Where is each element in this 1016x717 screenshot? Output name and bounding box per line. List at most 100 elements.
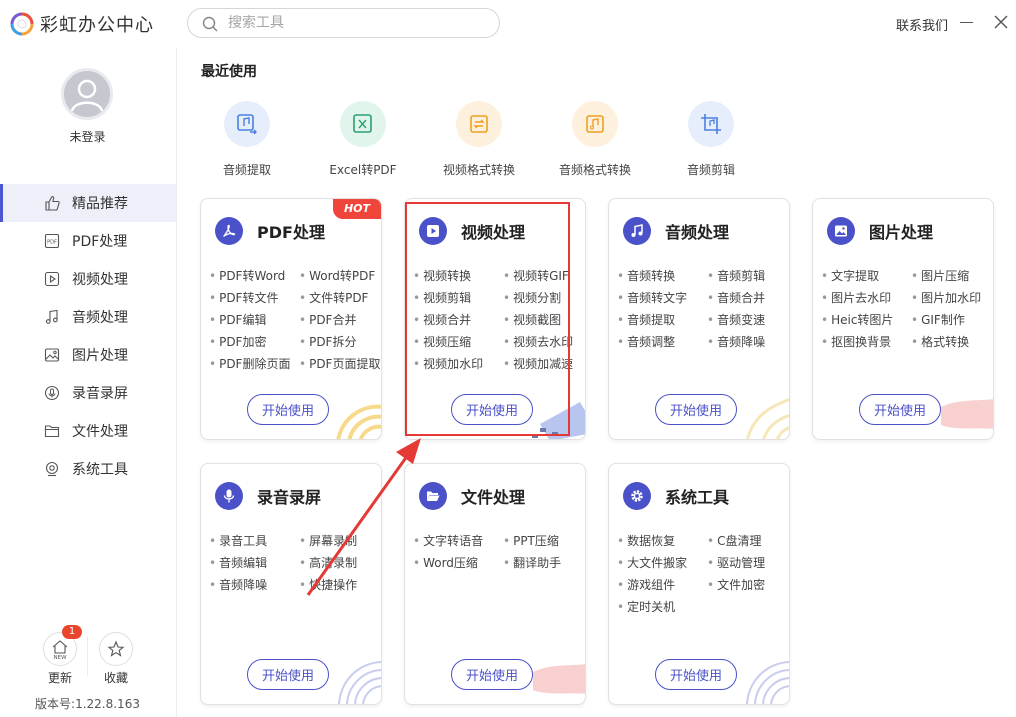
feature-item[interactable]: 音频转文字 [617,291,707,305]
sidebar-item-label: 音频处理 [72,310,128,326]
card-icon-bg [827,217,855,245]
feature-item[interactable]: 音频转换 [617,269,707,283]
feature-item[interactable]: 音频剪辑 [707,269,789,283]
feature-item[interactable]: PDF拆分 [299,335,381,349]
start-button[interactable]: 开始使用 [451,394,533,425]
favorite-button[interactable] [99,632,133,666]
feature-list: 文字转语音 PPT压缩 Word压缩 翻译助手 [413,534,585,570]
feature-item[interactable]: PDF编辑 [209,313,299,327]
feature-item[interactable]: 图片去水印 [821,291,911,305]
recent-item-video-convert[interactable]: 视频格式转换 [424,101,534,178]
feature-item[interactable]: 视频压缩 [413,335,503,349]
recent-item-label: 音频剪辑 [686,163,735,177]
sidebar-item-system[interactable]: 系统工具 [0,450,176,488]
recent-icon-bg [456,101,502,147]
feature-item[interactable]: 音频变速 [707,313,789,327]
feature-item[interactable]: 视频剪辑 [413,291,503,305]
card-icon-bg [419,217,447,245]
feature-item[interactable]: 翻译助手 [503,556,585,570]
recent-item-excel-pdf[interactable]: Excel转PDF [308,101,418,178]
contact-us-link[interactable]: 联系我们 [896,15,948,34]
start-button[interactable]: 开始使用 [247,394,329,425]
feature-item[interactable]: 音频调整 [617,335,707,349]
feature-item[interactable]: 音频提取 [617,313,707,327]
search-box[interactable] [187,8,500,38]
feature-item[interactable]: 音频降噪 [209,578,299,592]
start-button[interactable]: 开始使用 [247,659,329,690]
rainbow-logo-icon [10,12,34,36]
feature-item[interactable]: 文字提取 [821,269,911,283]
feature-item[interactable]: 图片压缩 [911,269,993,283]
login-status[interactable]: 未登录 [0,128,175,145]
card-audio[interactable]: 音频处理 音频转换 音频剪辑 音频转文字 音频合并 音频提取 音频变速 音频调整… [608,198,790,440]
sidebar-item-audio[interactable]: 音频处理 [0,298,176,336]
card-file[interactable]: 文件处理 文字转语音 PPT压缩 Word压缩 翻译助手 开始使用 [404,463,586,705]
feature-item[interactable]: 定时关机 [617,600,707,614]
feature-item[interactable]: C盘清理 [707,534,789,548]
sidebar-item-video[interactable]: 视频处理 [0,260,176,298]
sidebar-item-pdf[interactable]: PDF PDF处理 [0,222,176,260]
feature-item[interactable]: 视频截图 [503,313,585,327]
feature-item[interactable]: PDF加密 [209,335,299,349]
feature-item[interactable]: PDF页面提取 [299,357,381,371]
feature-item[interactable]: 音频降噪 [707,335,789,349]
minimize-button[interactable] [958,13,976,31]
close-icon[interactable] [992,13,1010,31]
feature-item[interactable]: 视频分割 [503,291,585,305]
feature-item[interactable]: 视频加减速 [503,357,585,371]
start-button[interactable]: 开始使用 [655,394,737,425]
sidebar-item-image[interactable]: 图片处理 [0,336,176,374]
feature-item[interactable]: 音频编辑 [209,556,299,570]
sidebar-item-label: 录音录屏 [72,386,128,402]
feature-item[interactable]: 格式转换 [911,335,993,349]
feature-item[interactable]: 视频转换 [413,269,503,283]
card-pdf[interactable]: HOT PDF处理 PDF转Word Word转PDF PDF转文件 文件转PD… [200,198,382,440]
music-icon [45,309,58,324]
favorite-label: 收藏 [103,671,128,685]
feature-item[interactable]: 录音工具 [209,534,299,548]
app-title: 彩虹办公中心 [40,15,154,36]
start-button[interactable]: 开始使用 [859,394,941,425]
feature-item[interactable]: 视频转GIF [503,269,585,283]
feature-item[interactable]: PDF删除页面 [209,357,299,371]
feature-item[interactable]: Heic转图片 [821,313,911,327]
sidebar-item-recommended[interactable]: 精品推荐 [0,184,176,222]
feature-item[interactable]: 数据恢复 [617,534,707,548]
feature-item[interactable]: 视频加水印 [413,357,503,371]
recent-item-audio-extract[interactable]: 音频提取 [192,101,302,178]
feature-item[interactable]: 图片加水印 [911,291,993,305]
feature-item[interactable]: Word转PDF [299,269,381,283]
recent-item-audio-cut[interactable]: 音频剪辑 [656,101,766,178]
feature-item[interactable]: 音频合并 [707,291,789,305]
feature-item[interactable]: 游戏组件 [617,578,707,592]
sidebar-item-record[interactable]: 录音录屏 [0,374,176,412]
card-image[interactable]: 图片处理 文字提取 图片压缩 图片去水印 图片加水印 Heic转图片 GIF制作… [812,198,994,440]
feature-item[interactable]: 文件加密 [707,578,789,592]
recent-item-audio-convert[interactable]: 音频格式转换 [540,101,650,178]
feature-item[interactable]: 驱动管理 [707,556,789,570]
feature-item[interactable]: 文件转PDF [299,291,381,305]
feature-item[interactable]: PPT压缩 [503,534,585,548]
feature-item[interactable]: PDF转Word [209,269,299,283]
recent-item-label: Excel转PDF [329,163,397,177]
avatar[interactable] [61,68,113,120]
feature-item[interactable]: 大文件搬家 [617,556,707,570]
start-button[interactable]: 开始使用 [655,659,737,690]
card-system[interactable]: 系统工具 数据恢复 C盘清理 大文件搬家 驱动管理 游戏组件 文件加密 定时关机… [608,463,790,705]
feature-item[interactable]: 视频合并 [413,313,503,327]
sidebar-item-file[interactable]: 文件处理 [0,412,176,450]
card-video[interactable]: 视频处理 视频转换 视频转GIF 视频剪辑 视频分割 视频合并 视频截图 视频压… [404,198,586,440]
feature-list: 文字提取 图片压缩 图片去水印 图片加水印 Heic转图片 GIF制作 抠图换背… [821,269,993,349]
feature-list: 视频转换 视频转GIF 视频剪辑 视频分割 视频合并 视频截图 视频压缩 视频去… [413,269,585,371]
feature-item[interactable]: 抠图换背景 [821,335,911,349]
feature-item[interactable]: PDF合并 [299,313,381,327]
leaf-decoration [746,398,789,439]
feature-item[interactable]: PDF转文件 [209,291,299,305]
footer-divider [87,636,88,676]
feature-item[interactable]: 视频去水印 [503,335,585,349]
gear-icon [631,490,643,502]
start-button[interactable]: 开始使用 [451,659,533,690]
search-input[interactable] [228,13,478,33]
feature-item[interactable]: GIF制作 [911,313,993,327]
card-header: 图片处理 [827,217,933,245]
